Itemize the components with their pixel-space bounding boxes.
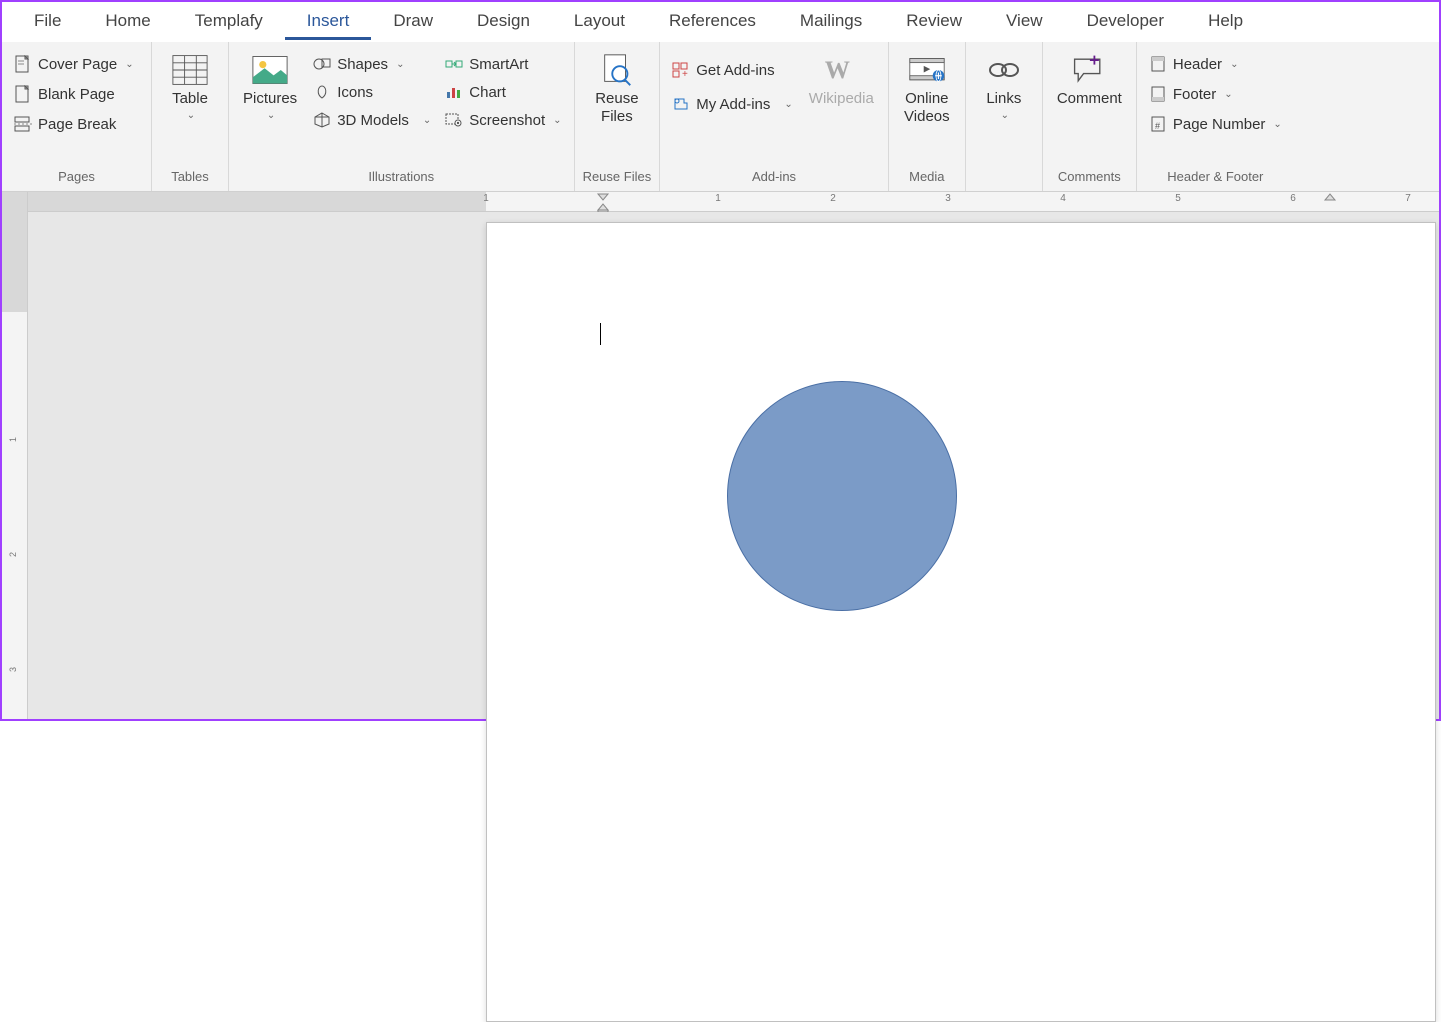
- text-cursor: [600, 323, 601, 345]
- ribbon: Cover Page ⌄ Blank Page Page Break Page: [2, 42, 1439, 192]
- video-icon: [909, 52, 945, 88]
- link-icon: [986, 52, 1022, 88]
- page-number-button[interactable]: # Page Number ⌄: [1145, 112, 1286, 136]
- tab-developer[interactable]: Developer: [1065, 5, 1187, 40]
- group-addins: + Get Add-ins My Add-ins ⌄ W Wikipedia: [660, 42, 889, 191]
- tab-references[interactable]: References: [647, 5, 778, 40]
- svg-text:#: #: [1155, 121, 1160, 131]
- table-icon: [172, 52, 208, 88]
- tab-home[interactable]: Home: [83, 5, 172, 40]
- chevron-down-icon: ⌄: [1001, 110, 1009, 121]
- group-pages: Cover Page ⌄ Blank Page Page Break Page: [2, 42, 152, 191]
- group-links: Links ⌄: [966, 42, 1043, 191]
- svg-text:W: W: [825, 57, 850, 84]
- wikipedia-button[interactable]: W Wikipedia: [803, 48, 880, 112]
- svg-text:+: +: [682, 69, 688, 78]
- header-button[interactable]: Header ⌄: [1145, 52, 1286, 76]
- cover-page-button[interactable]: Cover Page ⌄: [10, 52, 138, 76]
- icons-icon: [313, 83, 331, 101]
- chevron-down-icon: ⌄: [553, 115, 561, 126]
- right-indent-marker[interactable]: [1323, 192, 1337, 202]
- links-button[interactable]: Links ⌄: [974, 48, 1034, 125]
- tab-help[interactable]: Help: [1186, 5, 1265, 40]
- reuse-files-button[interactable]: Reuse Files: [587, 48, 647, 130]
- document-margin-area: [28, 212, 1439, 719]
- page-number-icon: #: [1149, 115, 1167, 133]
- pictures-button[interactable]: Pictures ⌄: [237, 48, 303, 125]
- blank-page-button[interactable]: Blank Page: [10, 82, 138, 106]
- table-button[interactable]: Table ⌄: [160, 48, 220, 125]
- chevron-down-icon: ⌄: [267, 110, 275, 121]
- chart-icon: [445, 83, 463, 101]
- shapes-button[interactable]: Shapes ⌄: [309, 52, 435, 76]
- comment-button[interactable]: Comment: [1051, 48, 1128, 112]
- group-reuse: Reuse Files Reuse Files: [575, 42, 661, 191]
- tab-view[interactable]: View: [984, 5, 1065, 40]
- group-label-header-footer: Header & Footer: [1145, 167, 1286, 189]
- chevron-down-icon: ⌄: [1230, 59, 1238, 70]
- chevron-down-icon: ⌄: [125, 59, 133, 70]
- wikipedia-icon: W: [823, 52, 859, 88]
- reuse-files-icon: [599, 52, 635, 88]
- group-media: Online Videos Media: [889, 42, 966, 191]
- shapes-icon: [313, 55, 331, 73]
- group-label-media: Media: [897, 167, 957, 189]
- group-label-links: [974, 167, 1034, 189]
- blank-page-icon: [14, 85, 32, 103]
- tab-file[interactable]: File: [12, 5, 83, 40]
- chevron-down-icon: ⌄: [423, 115, 431, 126]
- tab-design[interactable]: Design: [455, 5, 552, 40]
- chevron-down-icon: ⌄: [1273, 119, 1281, 130]
- page-break-icon: [14, 115, 32, 133]
- group-label-reuse: Reuse Files: [583, 167, 652, 189]
- footer-button[interactable]: Footer ⌄: [1145, 82, 1286, 106]
- first-line-indent-marker[interactable]: [596, 192, 610, 212]
- addins-icon: [672, 95, 690, 113]
- horizontal-ruler[interactable]: 1 1 2 3 4 5 6 7: [28, 192, 1439, 212]
- chevron-down-icon: ⌄: [1224, 89, 1232, 100]
- vertical-ruler[interactable]: L 1 2 3: [2, 192, 28, 719]
- group-label-illustrations: Illustrations: [237, 167, 566, 189]
- cover-page-icon: [14, 55, 32, 73]
- chart-button[interactable]: Chart: [441, 80, 565, 104]
- tab-review[interactable]: Review: [884, 5, 984, 40]
- store-icon: +: [672, 61, 690, 79]
- group-label-pages: Pages: [10, 167, 143, 189]
- header-icon: [1149, 55, 1167, 73]
- chevron-down-icon: ⌄: [396, 59, 404, 70]
- group-comments: Comment Comments: [1043, 42, 1137, 191]
- comment-icon: [1071, 52, 1107, 88]
- my-addins-button[interactable]: My Add-ins ⌄: [668, 92, 797, 116]
- footer-icon: [1149, 85, 1167, 103]
- get-addins-button[interactable]: + Get Add-ins: [668, 58, 797, 82]
- document-page[interactable]: [486, 222, 1436, 1022]
- online-videos-button[interactable]: Online Videos: [897, 48, 957, 130]
- group-label-tables: Tables: [160, 167, 220, 189]
- icons-button[interactable]: Icons: [309, 80, 435, 104]
- group-label-comments: Comments: [1051, 167, 1128, 189]
- pictures-icon: [252, 52, 288, 88]
- chevron-down-icon: ⌄: [784, 99, 792, 110]
- tab-mailings[interactable]: Mailings: [778, 5, 884, 40]
- smartart-button[interactable]: SmartArt: [441, 52, 565, 76]
- tab-draw[interactable]: Draw: [371, 5, 455, 40]
- document-workspace: L 1 2 3 1 1 2 3 4 5 6 7: [2, 192, 1439, 719]
- group-illustrations: Pictures ⌄ Shapes ⌄ Icons: [229, 42, 575, 191]
- group-tables: Table ⌄ Tables: [152, 42, 229, 191]
- screenshot-button[interactable]: Screenshot ⌄: [441, 108, 565, 132]
- ribbon-tabs: File Home Templafy Insert Draw Design La…: [2, 2, 1439, 42]
- cube-icon: [313, 111, 331, 129]
- group-label-addins: Add-ins: [668, 167, 880, 189]
- page-break-button[interactable]: Page Break: [10, 112, 138, 136]
- group-header-footer: Header ⌄ Footer ⌄ # Page Number ⌄: [1137, 42, 1294, 191]
- tab-insert[interactable]: Insert: [285, 5, 372, 40]
- circle-shape[interactable]: [727, 381, 957, 611]
- smartart-icon: [445, 55, 463, 73]
- 3d-models-button[interactable]: 3D Models ⌄: [309, 108, 435, 132]
- chevron-down-icon: ⌄: [187, 110, 195, 121]
- tab-layout[interactable]: Layout: [552, 5, 647, 40]
- tab-templafy[interactable]: Templafy: [173, 5, 285, 40]
- screenshot-icon: [445, 111, 463, 129]
